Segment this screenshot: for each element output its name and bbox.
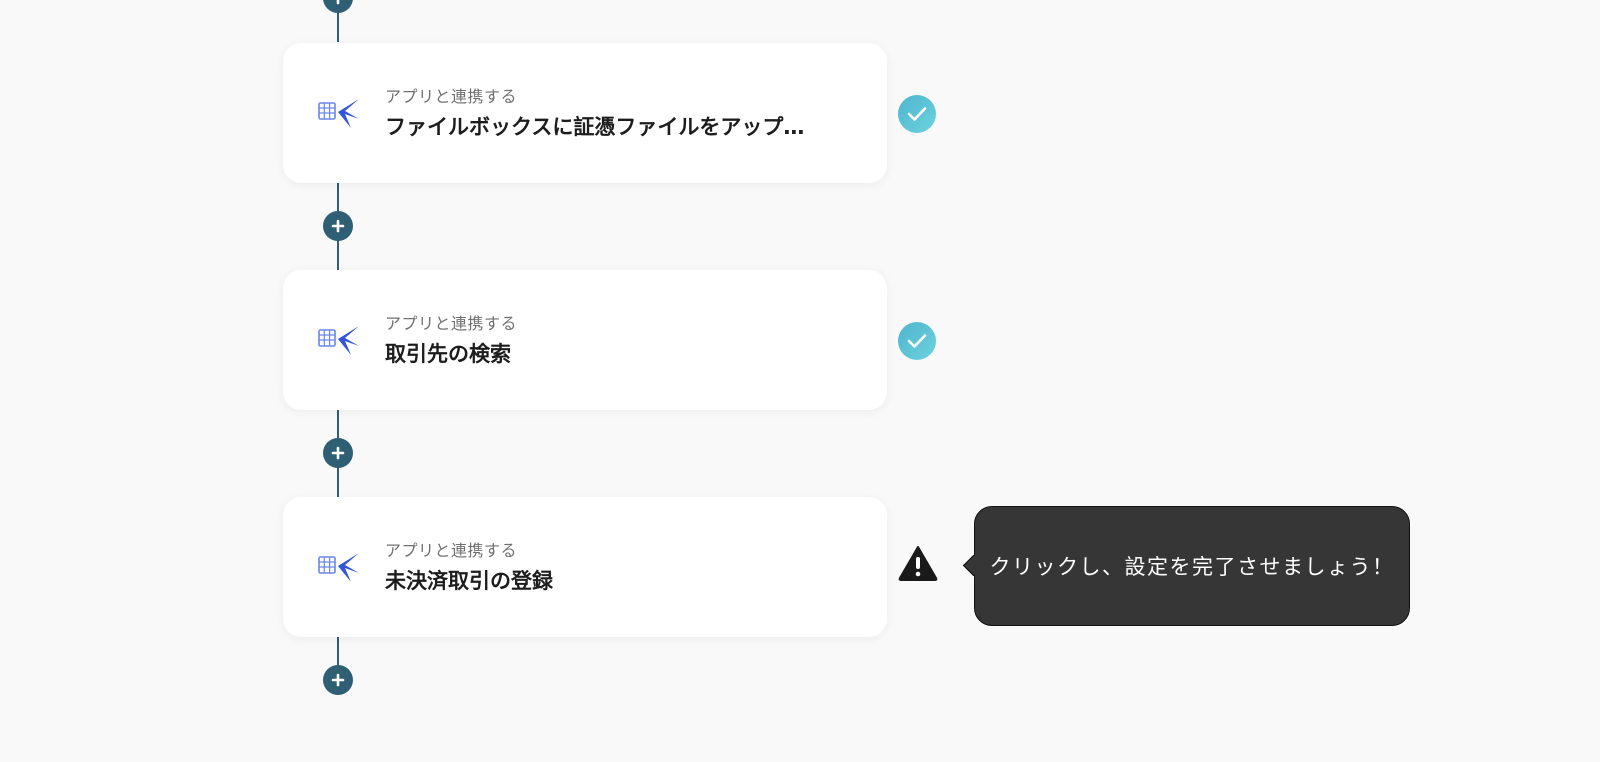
- step-caption: アプリと連携する: [385, 87, 518, 106]
- plus-icon: [331, 219, 345, 233]
- add-step-button[interactable]: [323, 211, 353, 241]
- flow-step-card[interactable]: アプリと連携する 未決済取引の登録: [283, 497, 887, 637]
- add-step-button[interactable]: [323, 0, 353, 13]
- freee-accounting-icon: [318, 553, 359, 582]
- step-title: 取引先の検索: [385, 342, 511, 366]
- tooltip-text: クリックし、設定を完了させましょう！: [989, 555, 1395, 579]
- plus-icon: [331, 446, 345, 460]
- status-complete-badge: [898, 322, 936, 360]
- step-caption: アプリと連携する: [385, 314, 518, 333]
- setup-hint-tooltip: クリックし、設定を完了させましょう！: [962, 506, 1410, 626]
- flow-step-card[interactable]: アプリと連携する ファイルボックスに証憑ファイルをアップ…: [283, 43, 887, 183]
- check-icon: [907, 107, 927, 121]
- plus-icon: [331, 673, 345, 687]
- add-step-button[interactable]: [323, 438, 353, 468]
- check-icon: [907, 334, 927, 348]
- plus-icon: [336, 0, 340, 5]
- step-title: ファイルボックスに証憑ファイルをアップ…: [385, 115, 805, 139]
- warning-icon: [898, 546, 938, 581]
- add-step-button[interactable]: [323, 665, 353, 695]
- step-title: 未決済取引の登録: [385, 569, 553, 593]
- freee-accounting-icon: [318, 99, 359, 128]
- step-caption: アプリと連携する: [385, 541, 518, 560]
- freee-accounting-icon: [318, 326, 359, 355]
- status-complete-badge: [898, 95, 936, 133]
- tooltip-arrow: [962, 554, 985, 577]
- flow-step-card[interactable]: アプリと連携する 取引先の検索: [283, 270, 887, 410]
